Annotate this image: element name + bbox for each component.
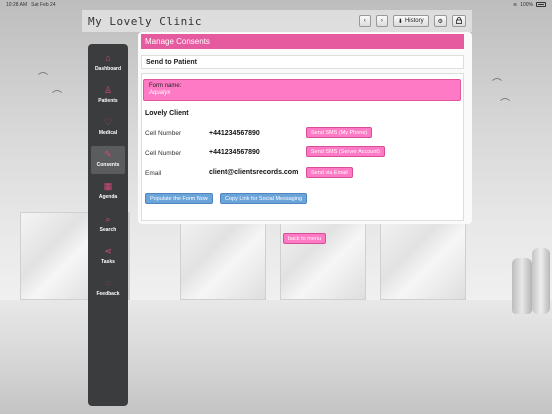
cell-number-value: +441234567890: [209, 149, 260, 156]
subsection-header: Send to Patient: [141, 55, 464, 69]
cell-number-label: Cell Number: [145, 130, 182, 137]
battery-percent: 100%: [520, 1, 533, 8]
background-marble-panel: [128, 212, 130, 300]
history-button[interactable]: ⬇ History: [392, 15, 429, 27]
status-time: 10:28 AM: [6, 1, 28, 8]
sidebar-item-dashboard[interactable]: ⌂ Dashboard: [88, 50, 128, 78]
background-vase: [512, 258, 532, 314]
send-via-email-button[interactable]: Send via Email: [306, 167, 353, 178]
sidebar-item-consents[interactable]: ✎ Consents: [91, 146, 125, 174]
app-title: My Lovely Clinic: [88, 14, 202, 28]
sidebar-item-feedback[interactable]: ◌ Feedback: [88, 275, 128, 303]
search-icon: ⌕: [105, 214, 111, 224]
home-icon: ⌂: [105, 53, 111, 63]
background-marble-panel: [20, 212, 98, 300]
section-title: Manage Consents: [145, 37, 210, 46]
form-name-box: Form name: Aqualyx: [143, 79, 461, 101]
sidebar-item-medical[interactable]: ♡ Medical: [88, 114, 128, 142]
sidebar-item-tasks[interactable]: ⋖ Tasks: [88, 243, 128, 271]
status-date: Sat Feb 24: [31, 1, 56, 8]
bird-icon: ⌒: [492, 79, 502, 90]
copy-link-button[interactable]: Copy Link for Social Messaging: [220, 193, 308, 204]
cell-number-value: +441234567890: [209, 130, 260, 137]
lock-button[interactable]: [452, 15, 466, 27]
bird-icon: ⌒: [38, 73, 48, 84]
back-to-menu-button[interactable]: back to menu: [283, 233, 327, 244]
chevron-right-icon: ›: [380, 18, 383, 24]
forward-button[interactable]: ›: [375, 15, 388, 27]
history-label: History: [404, 18, 424, 24]
sidebar-item-label: Agenda: [98, 194, 118, 200]
background-marble-panel: [280, 212, 366, 300]
background-vase: [532, 248, 550, 314]
email-label: Email: [145, 170, 162, 177]
chevron-left-icon: ‹: [363, 18, 366, 24]
share-icon: ⋖: [104, 246, 112, 256]
send-sms-my-phone-button[interactable]: Send SMS (My Phone): [306, 127, 373, 138]
sidebar-item-agenda[interactable]: ▦ Agenda: [88, 178, 128, 206]
section-title-bar: Manage Consents: [141, 34, 464, 49]
bird-icon: ⌒: [52, 91, 62, 102]
header-buttons: ‹ › ⬇ History ⚙: [358, 15, 466, 27]
sidebar-item-label: Feedback: [96, 291, 120, 297]
lock-icon: [456, 16, 462, 26]
settings-button[interactable]: ⚙: [433, 15, 447, 27]
calendar-icon: ▦: [103, 181, 113, 191]
status-bar: 10:28 AM Sat Feb 24 ≋ 100%: [0, 0, 552, 9]
form-name-label: Form name:: [149, 83, 182, 89]
populate-form-button[interactable]: Populate the Form Now: [145, 193, 213, 204]
patients-icon: ♙: [103, 85, 113, 95]
form-name-value: Aqualyx: [149, 90, 171, 96]
pen-icon: ✎: [104, 149, 112, 159]
sidebar-item-label: Consents: [96, 162, 120, 168]
cell-number-label: Cell Number: [145, 150, 182, 157]
battery-icon: [536, 2, 546, 7]
sidebar-item-patients[interactable]: ♙ Patients: [88, 82, 128, 110]
background-floor: [0, 300, 552, 414]
sidebar-item-label: Patients: [98, 98, 118, 104]
sidebar-item-label: Search: [99, 227, 117, 233]
background-marble-panel: [380, 212, 466, 300]
sidebar-item-label: Dashboard: [94, 66, 122, 72]
sidebar-item-label: Medical: [98, 130, 118, 136]
background-marble-panel: [180, 212, 266, 300]
back-button[interactable]: ‹: [358, 15, 371, 27]
bird-icon: ⌒: [500, 99, 510, 110]
app-header: My Lovely Clinic ‹ › ⬇ History ⚙: [82, 10, 472, 32]
subsection-title: Send to Patient: [146, 58, 197, 66]
sidebar-item-search[interactable]: ⌕ Search: [88, 211, 128, 239]
sidebar: ⌂ Dashboard ♙ Patients ♡ Medical ✎ Conse…: [88, 44, 128, 406]
chat-icon: ◌: [105, 278, 111, 288]
email-value: client@clientsrecords.com: [209, 169, 299, 176]
wifi-icon: ≋: [513, 1, 518, 8]
send-sms-server-account-button[interactable]: Send SMS (Server Account): [306, 146, 385, 157]
heart-icon: ♡: [103, 117, 113, 127]
sidebar-item-label: Tasks: [101, 259, 115, 265]
client-name: Lovely Client: [145, 110, 189, 117]
arrow-down-icon: ⬇: [397, 18, 403, 25]
gear-icon: ⚙: [437, 18, 443, 25]
